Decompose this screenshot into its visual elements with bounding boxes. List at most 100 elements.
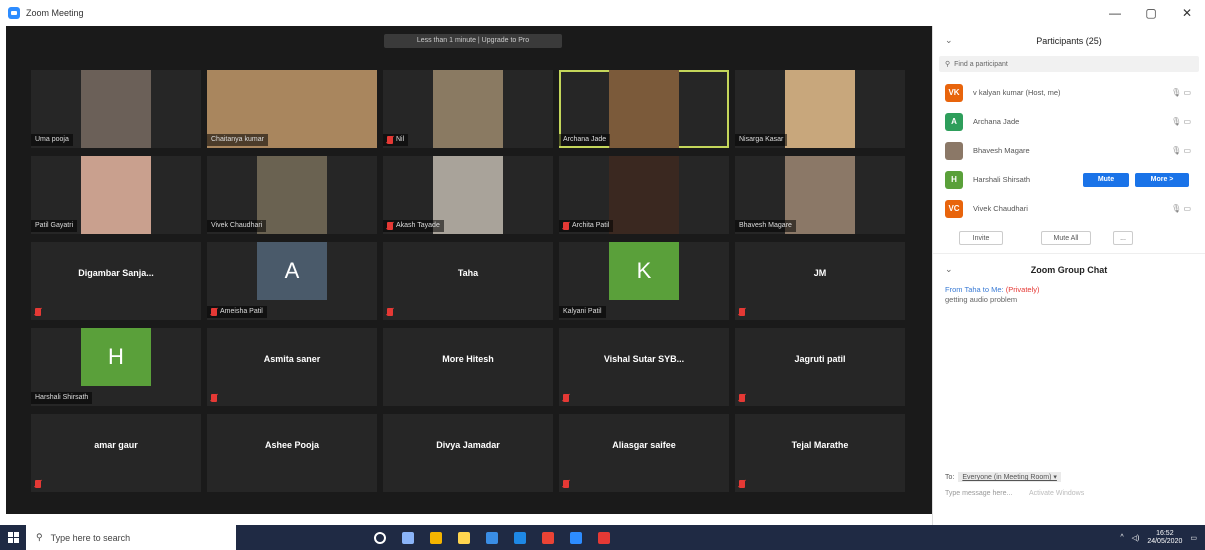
- avatar: H: [81, 328, 151, 386]
- taskbar-app-icon[interactable]: [394, 525, 422, 550]
- app-icon: [570, 531, 582, 544]
- tray-chevron-icon[interactable]: ^: [1120, 534, 1123, 541]
- tile-name-label: Bhavesh Magare: [735, 220, 796, 232]
- title-bar: Zoom Meeting — ▢ ✕: [0, 0, 1205, 26]
- tile-name-label: Ameisha Patil: [207, 306, 267, 318]
- video-tile[interactable]: amar gaur: [31, 414, 201, 492]
- taskbar-app-icon[interactable]: [534, 525, 562, 550]
- video-tile[interactable]: Nil: [383, 70, 553, 148]
- video-tile[interactable]: Taha: [383, 242, 553, 320]
- tile-name-label: Vivek Chaudhari: [207, 220, 267, 232]
- recipient-dropdown[interactable]: Everyone (in Meeting Room) ▾: [958, 472, 1061, 482]
- participant-row[interactable]: Bhavesh Magare 🎙 ▭: [933, 136, 1205, 165]
- video-tile[interactable]: A Ameisha Patil: [207, 242, 377, 320]
- time-limit-banner[interactable]: Less than 1 minute | Upgrade to Pro: [384, 34, 562, 48]
- muted-mic-icon: [387, 222, 393, 230]
- video-tile[interactable]: Patil Gayatri: [31, 156, 201, 234]
- participant-row[interactable]: H Harshali Shirsath Mute More >: [933, 165, 1205, 194]
- tile-name-label: Uma pooja: [31, 134, 73, 146]
- video-tile[interactable]: Nisarga Kasar: [735, 70, 905, 148]
- mute-button[interactable]: Mute: [1083, 172, 1129, 187]
- muted-mic-icon: [35, 480, 41, 488]
- collapse-chat-chevron-icon[interactable]: ⌄: [945, 264, 953, 275]
- video-tile[interactable]: Archana Jade: [559, 70, 729, 148]
- taskbar-search-placeholder: Type here to search: [50, 532, 131, 543]
- tile-display-name: Taha: [457, 268, 479, 278]
- participant-video: [81, 156, 151, 234]
- invite-button[interactable]: Invite: [959, 231, 1003, 245]
- muted-mic-icon: [387, 308, 393, 316]
- participant-row[interactable]: A Archana Jade 🎙 ▭: [933, 107, 1205, 136]
- video-tile[interactable]: Divya Jamadar: [383, 414, 553, 492]
- video-gallery: Less than 1 minute | Upgrade to Pro Uma …: [6, 26, 932, 514]
- video-tile[interactable]: H Harshali Shirsath: [31, 328, 201, 406]
- taskbar-app-icon[interactable]: [590, 525, 618, 550]
- video-tile[interactable]: Vishal Sutar SYB...: [559, 328, 729, 406]
- video-tile[interactable]: Ashee Pooja: [207, 414, 377, 492]
- mic-video-status-icon: 🎙 ▭: [1171, 117, 1191, 126]
- app-icon: [374, 531, 386, 544]
- tile-name: Bhavesh Magare: [739, 222, 792, 229]
- tile-name: Patil Gayatri: [35, 222, 74, 229]
- video-tile[interactable]: Akash Tayade: [383, 156, 553, 234]
- more-options-button[interactable]: ...: [1113, 231, 1133, 245]
- maximize-button[interactable]: ▢: [1133, 0, 1169, 26]
- participant-search-input[interactable]: ⚲ Find a participant: [939, 56, 1199, 72]
- tile-name-label: Kalyani Patil: [559, 306, 606, 318]
- mic-video-status-icon: 🎙 ▭: [1171, 146, 1191, 155]
- avatar: A: [945, 112, 963, 131]
- video-tile[interactable]: Tejal Marathe: [735, 414, 905, 492]
- video-tile[interactable]: More Hitesh: [383, 328, 553, 406]
- tile-name: Chaitanya kumar: [211, 136, 264, 143]
- taskbar-search-input[interactable]: ⚲ Type here to search: [26, 525, 236, 550]
- video-tile[interactable]: Bhavesh Magare: [735, 156, 905, 234]
- minimize-button[interactable]: —: [1097, 0, 1133, 26]
- mute-all-button[interactable]: Mute All: [1041, 231, 1091, 245]
- tile-name: Archita Patil: [572, 222, 610, 229]
- video-tile[interactable]: Asmita saner: [207, 328, 377, 406]
- taskbar-app-icon[interactable]: [478, 525, 506, 550]
- start-button[interactable]: [0, 525, 26, 550]
- participant-video: [609, 70, 679, 148]
- chat-input[interactable]: Type message here...: [945, 490, 1012, 497]
- taskbar-app-icon[interactable]: [506, 525, 534, 550]
- participant-row[interactable]: VC Vivek Chaudhari 🎙 ▭: [933, 194, 1205, 223]
- taskbar-app-icon[interactable]: [450, 525, 478, 550]
- participant-row[interactable]: VK v kalyan kumar (Host, me) 🎙 ▭: [933, 78, 1205, 107]
- muted-mic-icon: [35, 308, 41, 316]
- search-icon: ⚲: [945, 61, 951, 68]
- collapse-chevron-icon[interactable]: ⌄: [945, 35, 953, 46]
- video-tile[interactable]: Digambar Sanja...: [31, 242, 201, 320]
- search-icon: ⚲: [36, 532, 43, 542]
- video-tile[interactable]: JM: [735, 242, 905, 320]
- avatar: H: [945, 170, 963, 189]
- participant-video: [257, 156, 327, 234]
- video-tile[interactable]: Aliasgar saifee: [559, 414, 729, 492]
- video-tile[interactable]: Vivek Chaudhari: [207, 156, 377, 234]
- tile-name-label: Archana Jade: [559, 134, 611, 146]
- video-tile[interactable]: Archita Patil: [559, 156, 729, 234]
- clock[interactable]: 16:52 24/05/2020: [1147, 530, 1182, 546]
- notifications-icon[interactable]: ▭: [1190, 534, 1197, 542]
- video-tile[interactable]: Jagruti patil: [735, 328, 905, 406]
- taskbar-app-icon[interactable]: [562, 525, 590, 550]
- gallery-grid: Uma pooja Chaitanya kumar Nil Archana Jade N…: [31, 70, 905, 500]
- avatar-initials: H: [951, 175, 957, 184]
- close-button[interactable]: ✕: [1169, 0, 1205, 26]
- muted-mic-icon: [739, 308, 745, 316]
- video-tile[interactable]: Uma pooja: [31, 70, 201, 148]
- video-tile[interactable]: Chaitanya kumar: [207, 70, 377, 148]
- volume-icon[interactable]: ◁): [1132, 534, 1140, 542]
- avatar: [945, 141, 963, 160]
- avatar-initials: A: [951, 117, 957, 126]
- tile-name-label: Patil Gayatri: [31, 220, 78, 232]
- participant-video: [433, 70, 503, 148]
- muted-mic-icon: [563, 394, 569, 402]
- video-tile[interactable]: K Kalyani Patil: [559, 242, 729, 320]
- taskbar-app-icon[interactable]: [422, 525, 450, 550]
- tile-name: Archana Jade: [563, 136, 607, 143]
- more-button[interactable]: More >: [1135, 172, 1189, 187]
- tile-name-label: Nil: [383, 134, 409, 146]
- taskbar-app-icon[interactable]: [366, 525, 394, 550]
- avatar: VK: [945, 83, 963, 102]
